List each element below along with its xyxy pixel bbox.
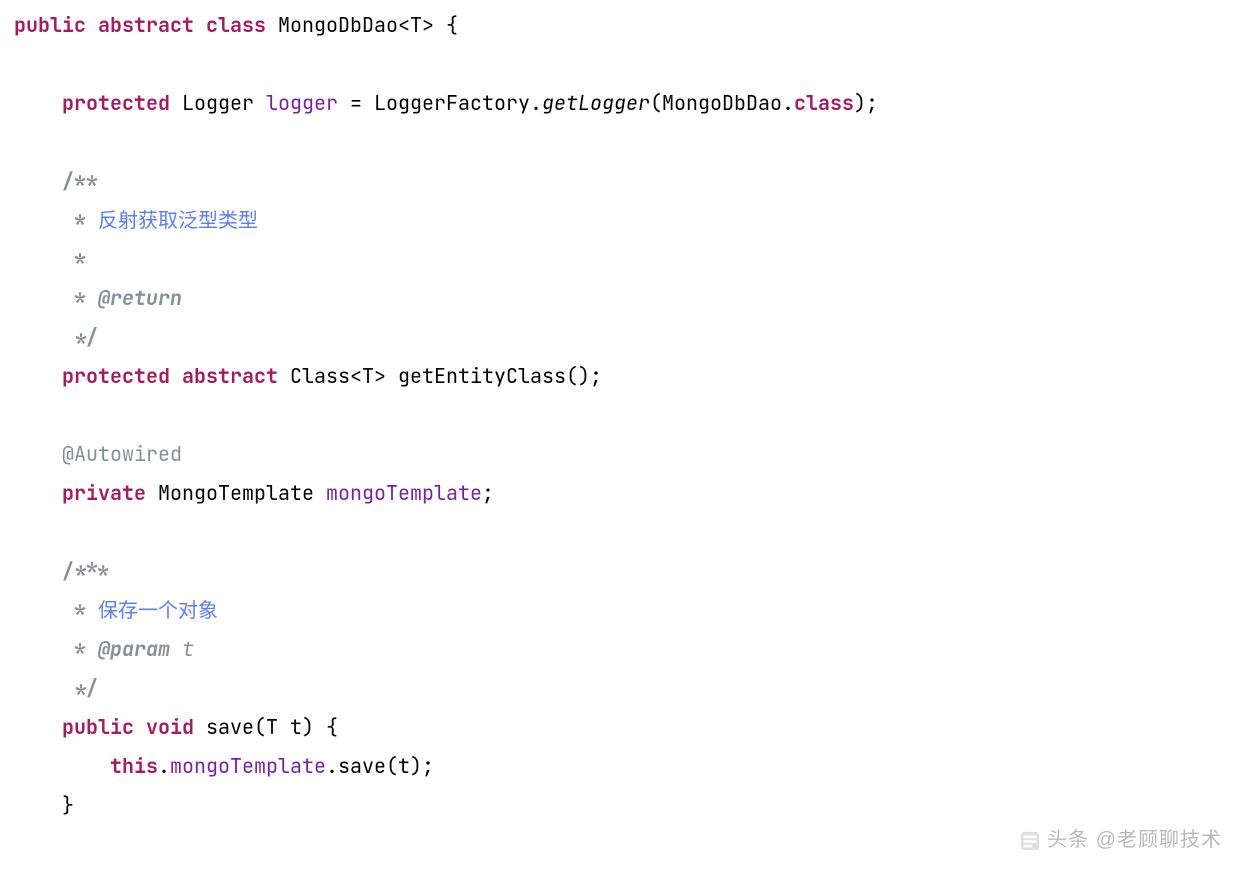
- loggerfactory: LoggerFactory.: [374, 90, 542, 116]
- keyword-protected: protected: [62, 363, 170, 389]
- keyword-abstract: abstract: [98, 12, 194, 38]
- type-logger: Logger: [182, 90, 254, 116]
- keyword-protected: protected: [62, 90, 170, 116]
- javadoc-close: */: [62, 324, 98, 350]
- javadoc-star: *: [62, 285, 98, 311]
- method-name: getEntityClass: [398, 363, 566, 389]
- generic: <T>: [398, 12, 434, 38]
- brace: {: [434, 12, 458, 38]
- type-mongotemplate: MongoTemplate: [158, 480, 314, 506]
- keyword-class: class: [206, 12, 266, 38]
- call-args: (t);: [386, 753, 434, 779]
- dot: .: [158, 753, 170, 779]
- class-name: MongoDbDao: [278, 12, 398, 38]
- dot: .: [326, 753, 338, 779]
- toutiao-icon: [1019, 830, 1041, 852]
- return-type: Class<T>: [290, 363, 386, 389]
- annotation-autowired: @Autowired: [62, 441, 182, 467]
- javadoc-param-tag: @param: [98, 636, 170, 662]
- method-getlogger: getLogger: [542, 90, 650, 116]
- javadoc-open: /**: [62, 168, 98, 194]
- indent: [62, 753, 110, 779]
- javadoc-text: 反射获取泛型类型: [98, 207, 258, 233]
- javadoc-open: /***: [62, 558, 110, 584]
- brace: {: [314, 714, 338, 740]
- keyword-private: private: [62, 480, 146, 506]
- field-logger: logger: [266, 90, 338, 116]
- semicolon: ;: [482, 480, 494, 506]
- keyword-void: void: [146, 714, 194, 740]
- parens: ();: [566, 363, 602, 389]
- javadoc-param-name: t: [170, 636, 194, 662]
- javadoc-text: 保存一个对象: [98, 597, 218, 623]
- call-save: save: [338, 753, 386, 779]
- watermark: 头条 @老顾聊技术: [1019, 821, 1222, 860]
- javadoc-star: *: [62, 207, 98, 233]
- javadoc-star: *: [62, 246, 86, 272]
- watermark-text: 头条 @老顾聊技术: [1047, 821, 1222, 860]
- javadoc-close: */: [62, 675, 98, 701]
- javadoc-return-tag: @return: [98, 285, 182, 311]
- method-save: save: [206, 714, 254, 740]
- close-paren: );: [854, 90, 878, 116]
- javadoc-star: *: [62, 597, 98, 623]
- keyword-abstract: abstract: [182, 363, 278, 389]
- eq: =: [338, 90, 374, 116]
- code-block: public abstract class MongoDbDao<T> { pr…: [0, 0, 1234, 825]
- field-ref: mongoTemplate: [170, 753, 326, 779]
- keyword-this: this: [110, 753, 158, 779]
- keyword-public: public: [62, 714, 134, 740]
- keyword-public: public: [14, 12, 86, 38]
- args-open: (MongoDbDao.: [650, 90, 794, 116]
- field-mongotemplate: mongoTemplate: [326, 480, 482, 506]
- brace-close: }: [62, 792, 74, 818]
- keyword-class-literal: class: [794, 90, 854, 116]
- javadoc-star: *: [62, 636, 98, 662]
- method-args: (T t): [254, 714, 314, 740]
